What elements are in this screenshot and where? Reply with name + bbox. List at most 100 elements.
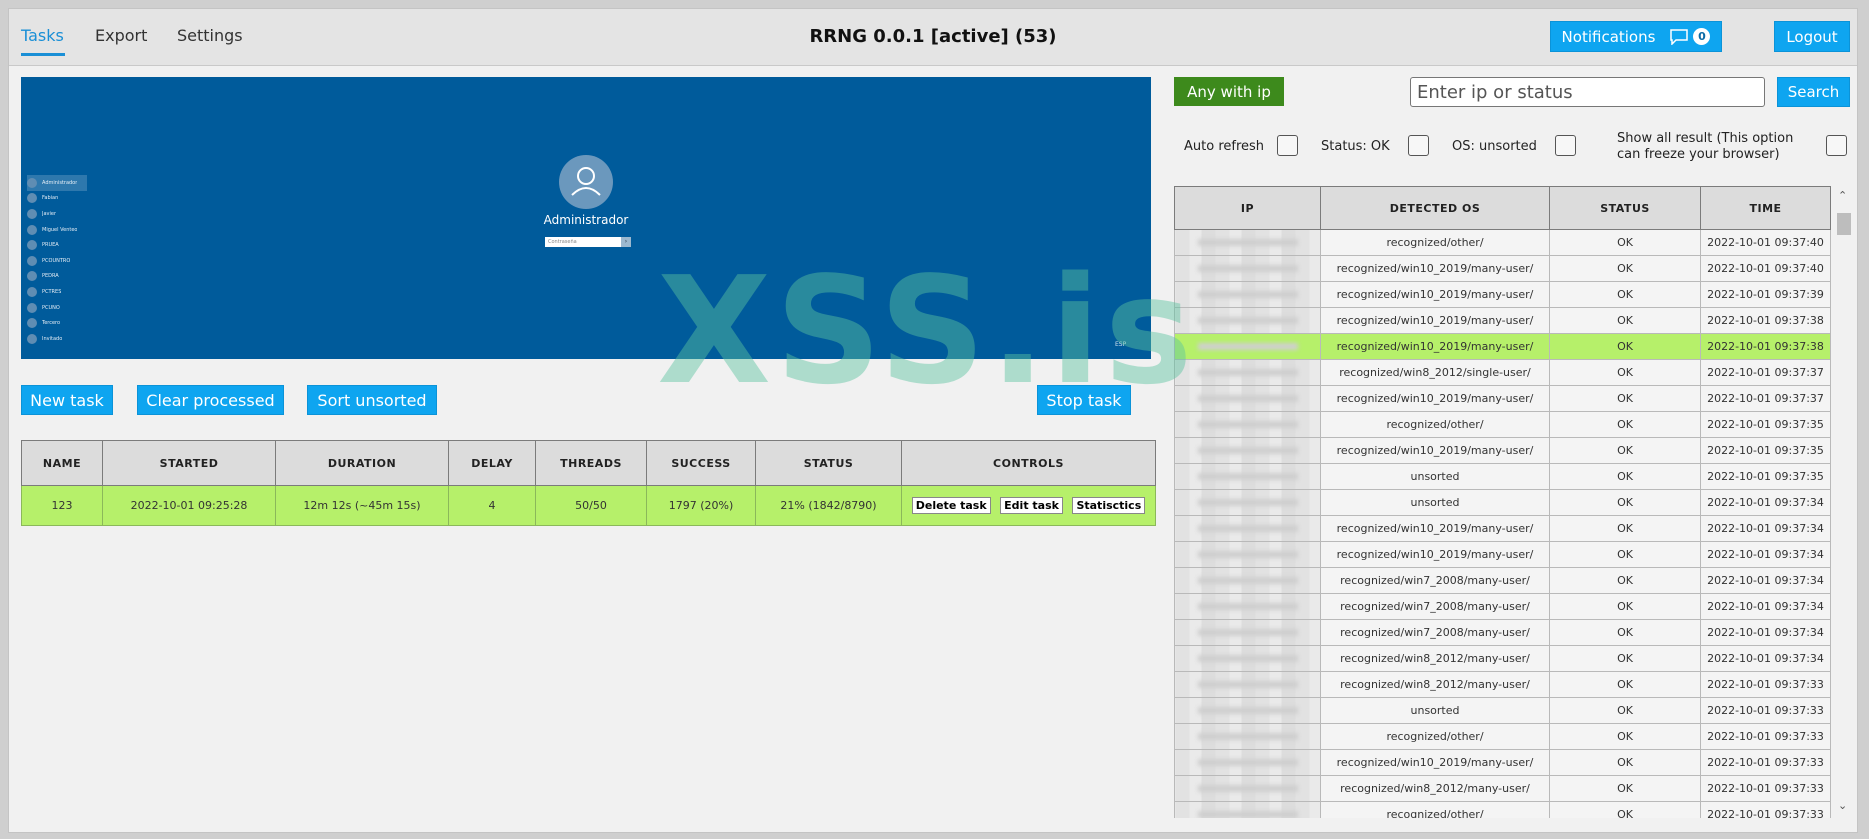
result-row[interactable]: unsorted OK 2022-10-01 09:37:33 [1174,697,1831,724]
result-row[interactable]: recognized/win8_2012/many-user/OK 2022-10… [1174,671,1831,698]
result-row[interactable]: recognized/other/OK 2022-10-01 09:37:33 [1174,801,1831,818]
user-avatar-icon [27,208,37,219]
redaction-blur [1197,265,1298,272]
result-row[interactable]: recognized/win7_2008/many-user/OK 2022-10… [1174,567,1831,594]
result-time: 2022-10-01 09:37:38 [1700,333,1831,360]
result-row[interactable]: recognized/win7_2008/many-user/OK 2022-10… [1174,593,1831,620]
user-name: PCUNO [42,304,60,311]
task-row[interactable]: 123 2022-10-01 09:25:28 12m 12s (~45m 15… [21,485,1156,526]
os-unsorted-checkbox[interactable] [1555,135,1576,156]
notifications-button[interactable]: Notifications 0 [1550,21,1722,52]
edit-task-button[interactable]: Edit task [1000,497,1063,514]
screenshot-preview[interactable]: Administrador Fabian Javier Miguel Venteo PR… [21,77,1151,359]
redaction-blur [1197,551,1298,558]
results-scrollbar[interactable] [1837,186,1851,818]
user-avatar-icon [27,318,37,329]
result-ip-redacted [1174,619,1321,646]
results-scroll-area[interactable]: IP DETECTED OS STATUS TIME recognized/ot… [1174,186,1831,818]
col-delay: DELAY [448,440,536,486]
result-row[interactable]: recognized/win10_2019/many-user/OK 2022-1… [1174,749,1831,776]
result-ip-redacted [1174,359,1321,386]
result-time: 2022-10-01 09:37:33 [1700,723,1831,750]
any-with-ip-button[interactable]: Any with ip [1174,77,1284,106]
result-row[interactable]: recognized/win10_2019/many-user/OK 2022-1… [1174,281,1831,308]
tab-export[interactable]: Export [95,26,147,45]
result-row[interactable]: recognized/win10_2019/many-user/OK 2022-1… [1174,437,1831,464]
result-row[interactable]: recognized/win8_2012/many-user/OK 2022-10… [1174,775,1831,802]
col-ip: IP [1174,186,1321,230]
result-row[interactable]: recognized/win8_2012/many-user/OK 2022-10… [1174,645,1831,672]
result-row[interactable]: recognized/other/OK 2022-10-01 09:37:35 [1174,411,1831,438]
result-row[interactable]: recognized/win10_2019/many-user/OK 2022-1… [1174,333,1831,360]
result-os: recognized/win10_2019/many-user/ [1320,281,1550,308]
statistics-button[interactable]: Statisctics [1072,497,1146,514]
sort-unsorted-button[interactable]: Sort unsorted [307,385,437,415]
login-user-item: Javier [27,206,87,222]
col-duration: DURATION [275,440,449,486]
result-row[interactable]: recognized/other/OK 2022-10-01 09:37:40 [1174,229,1831,256]
result-row[interactable]: recognized/win10_2019/many-user/OK 2022-1… [1174,307,1831,334]
auto-refresh-checkbox[interactable] [1277,135,1298,156]
login-user-item: PRUEA [27,237,87,253]
redaction-blur [1197,759,1298,766]
show-all-checkbox[interactable] [1826,135,1847,156]
result-status: OK [1549,723,1701,750]
results-table-header: IP DETECTED OS STATUS TIME [1174,186,1831,230]
result-row[interactable]: unsorted OK 2022-10-01 09:37:35 [1174,463,1831,490]
delete-task-button[interactable]: Delete task [911,497,991,514]
redaction-blur [1197,473,1298,480]
result-row[interactable]: recognized/win10_2019/many-user/OK 2022-1… [1174,385,1831,412]
top-bar: Tasks Export Settings RRNG 0.0.1 [active… [9,9,1857,66]
tab-tasks[interactable]: Tasks [21,26,64,45]
stop-task-button[interactable]: Stop task [1037,385,1131,415]
result-status: OK [1549,307,1701,334]
redaction-blur [1197,291,1298,298]
tab-settings[interactable]: Settings [177,26,243,45]
result-status: OK [1549,749,1701,776]
result-row[interactable]: recognized/win10_2019/many-user/OK 2022-1… [1174,515,1831,542]
result-row[interactable]: recognized/win10_2019/many-user/OK 2022-1… [1174,255,1831,282]
user-avatar-icon [27,286,37,297]
result-ip-redacted [1174,463,1321,490]
search-button[interactable]: Search [1777,77,1850,107]
clear-processed-button[interactable]: Clear processed [137,385,284,415]
tasks-table: NAME STARTED DURATION DELAY THREADS SUCC… [21,440,1156,526]
result-os: recognized/win10_2019/many-user/ [1320,385,1550,412]
result-time: 2022-10-01 09:37:35 [1700,411,1831,438]
result-row[interactable]: recognized/win7_2008/many-user/OK 2022-10… [1174,619,1831,646]
search-input[interactable] [1410,77,1765,107]
login-user-item: Miguel Venteo [27,222,87,238]
scrollbar-thumb[interactable] [1837,213,1851,235]
redaction-blur [1197,395,1298,402]
result-ip-redacted [1174,489,1321,516]
result-status: OK [1549,255,1701,282]
task-duration: 12m 12s (~45m 15s) [275,485,449,526]
login-user-list: Administrador Fabian Javier Miguel Venteo PR… [27,175,87,347]
result-time: 2022-10-01 09:37:33 [1700,749,1831,776]
result-os: recognized/win10_2019/many-user/ [1320,333,1550,360]
redaction-blur [1197,421,1298,428]
result-time: 2022-10-01 09:37:39 [1700,281,1831,308]
result-os: recognized/win10_2019/many-user/ [1320,541,1550,568]
logout-button[interactable]: Logout [1774,21,1850,52]
result-row[interactable]: unsorted OK 2022-10-01 09:37:34 [1174,489,1831,516]
result-ip-redacted [1174,437,1321,464]
result-ip-redacted [1174,411,1321,438]
status-ok-checkbox[interactable] [1408,135,1429,156]
result-ip-redacted [1174,567,1321,594]
new-task-button[interactable]: New task [21,385,113,415]
col-name: NAME [21,440,103,486]
scroll-down-arrow-icon[interactable]: ⌄ [1838,799,1847,812]
notifications-count-badge: 0 [1693,28,1711,45]
result-ip-redacted [1174,385,1321,412]
user-avatar-icon [27,240,37,251]
result-row[interactable]: recognized/other/OK 2022-10-01 09:37:33 [1174,723,1831,750]
scroll-up-arrow-icon[interactable]: ⌃ [1838,189,1847,202]
result-row[interactable]: recognized/win10_2019/many-user/OK 2022-1… [1174,541,1831,568]
result-ip-redacted [1174,515,1321,542]
result-row[interactable]: recognized/win8_2012/single-user/OK 2022-… [1174,359,1831,386]
login-user-item: Invitado [27,331,87,347]
result-time: 2022-10-01 09:37:35 [1700,463,1831,490]
redaction-blur [1197,681,1298,688]
result-status: OK [1549,567,1701,594]
